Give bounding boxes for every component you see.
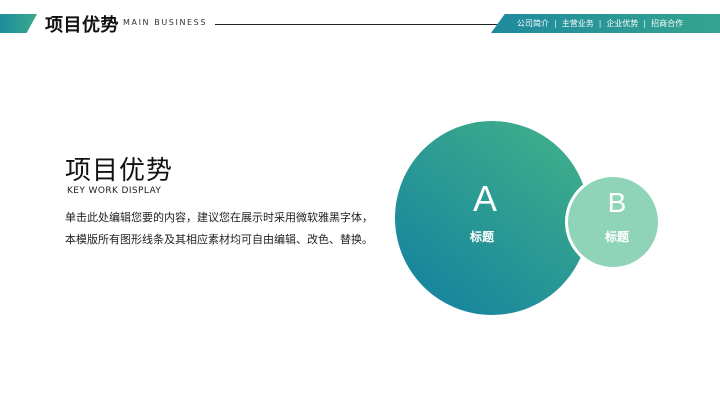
nav-separator: | (598, 19, 602, 28)
slide: 项目优势 MAIN BUSINESS 公司简介 | 主营业务 | 企业优势 | … (0, 0, 720, 405)
header-divider (215, 24, 497, 25)
header-nav: 公司简介 | 主营业务 | 企业优势 | 招商合作 (491, 14, 720, 33)
header-title: 项目优势 (45, 15, 119, 36)
content-subtitle: KEY WORK DISPLAY (67, 186, 162, 196)
circle-b-letter: B (607, 187, 627, 218)
content-title: 项目优势 (65, 156, 174, 186)
nav-item-main-business[interactable]: 主营业务 (562, 18, 594, 29)
header-accent-bar (0, 14, 37, 33)
venn-diagram (395, 121, 661, 315)
nav-separator: | (554, 19, 557, 28)
nav-item-partnership[interactable]: 招商合作 (651, 18, 683, 29)
nav-item-advantages[interactable]: 企业优势 (606, 18, 638, 29)
circle-a-label: 标题 (469, 230, 494, 244)
circle-a-letter: A (472, 178, 497, 219)
content-description: 单击此处编辑您要的内容，建议您在展示时采用微软雅黑字体，本模版所有图形线条及其相… (65, 211, 373, 246)
nav-item-company-intro[interactable]: 公司简介 (517, 18, 549, 29)
nav-separator: | (643, 19, 647, 28)
circle-b-label: 标题 (604, 230, 629, 244)
header-subtitle: MAIN BUSINESS (123, 18, 208, 27)
